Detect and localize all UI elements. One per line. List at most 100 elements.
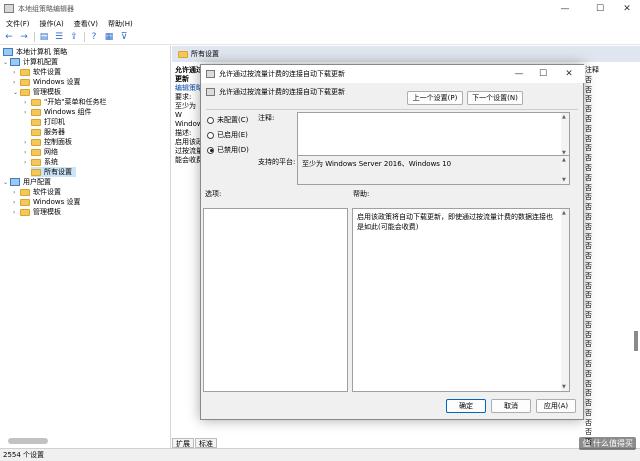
comment-cell: 否	[585, 359, 592, 368]
comment-cell: 否	[585, 389, 592, 398]
status-bar: 2554 个设置	[0, 448, 640, 461]
tree-server[interactable]: 服务器	[31, 127, 65, 137]
expand-icon[interactable]: ›	[24, 149, 31, 156]
comment-cell: 否	[585, 163, 592, 172]
tree-all-settings[interactable]: 所有设置	[31, 167, 76, 177]
forward-icon[interactable]: →	[18, 31, 30, 43]
tree-network[interactable]: › 网络	[24, 147, 58, 157]
tree-user-software-settings[interactable]: › 软件设置	[13, 187, 61, 197]
details-icon[interactable]: ☰	[53, 31, 65, 43]
watermark: 值 什么值得买	[579, 437, 636, 450]
radio-button-selected[interactable]	[207, 146, 214, 154]
tab-extended[interactable]: 扩展	[172, 438, 194, 448]
help-scrollbar[interactable]: ▲ ▼	[561, 209, 569, 391]
help-label: 帮助:	[353, 190, 370, 198]
comment-cell: 否	[585, 183, 592, 192]
comment-cell: 否	[585, 350, 592, 359]
expand-icon[interactable]: ›	[24, 139, 31, 146]
tree-start-menu[interactable]: › "开始"菜单和任务栏	[24, 97, 106, 107]
tree-windows-settings[interactable]: › Windows 设置	[13, 77, 80, 87]
radio-button[interactable]	[207, 116, 214, 124]
prev-setting-button[interactable]: 上一个设置(P)	[407, 91, 463, 105]
divider	[206, 109, 578, 110]
expand-icon[interactable]: ›	[24, 99, 31, 106]
tree-software-settings[interactable]: › 软件设置	[13, 67, 61, 77]
comment-textarea[interactable]: ▲ ▼	[297, 112, 570, 158]
navigation-tree: 本地计算机 策略 ⌄ 计算机配置 › 软件设置 › Windows 设置 ⌄ 管理模板 …	[0, 46, 171, 448]
comment-cell: 否	[585, 242, 592, 251]
comment-cell: 否	[585, 340, 592, 349]
menu-action[interactable]: 操作(A)	[40, 19, 64, 29]
comment-cell: 否	[585, 261, 592, 270]
comment-cell: 否	[585, 301, 592, 310]
expand-icon[interactable]: ›	[13, 209, 20, 216]
platform-scrollbar[interactable]: ▲ ▼	[561, 156, 569, 184]
next-setting-button[interactable]: 下一个设置(N)	[467, 91, 523, 105]
radio-button[interactable]	[207, 131, 214, 139]
dialog-maximize-icon[interactable]: ☐	[529, 65, 557, 83]
properties-icon[interactable]: ▦	[103, 31, 115, 43]
tab-standard[interactable]: 标准	[195, 438, 217, 448]
export-list-icon[interactable]: ⇪	[68, 31, 80, 43]
policy-name: 允许通过按流量计费的连接自动下载更新	[219, 88, 345, 96]
help-panel: 启用该政策将自动下载更新，即使通过按流量计费的数据连接也是如此(可能会收费) ▲…	[352, 208, 570, 392]
close-icon[interactable]: ✕	[612, 0, 640, 17]
expand-icon[interactable]: ›	[13, 69, 20, 76]
filter-icon[interactable]: ⊽	[118, 31, 130, 43]
menu-bar: 文件(F) 操作(A) 查看(V) 帮助(H)	[0, 17, 640, 30]
tree-system[interactable]: › 系统	[24, 157, 58, 167]
comment-values: 否否否否否否否否否否否否否否否否否否否否否否否否否否否否否否否否否否否否否否	[585, 75, 640, 446]
window-title: 本地组策略编辑器	[18, 4, 74, 13]
expand-icon[interactable]: ›	[13, 199, 20, 206]
tree-user-config[interactable]: ⌄ 用户配置	[3, 177, 51, 187]
tree-windows-components[interactable]: › Windows 组件	[24, 107, 91, 117]
show-hide-tree-icon[interactable]: ▤	[38, 31, 50, 43]
comment-scrollbar[interactable]: ▲ ▼	[561, 113, 569, 157]
comment-cell: 否	[585, 144, 592, 153]
collapse-icon[interactable]: ⌄	[3, 179, 10, 186]
tree-admin-templates[interactable]: ⌄ 管理模板	[13, 87, 61, 97]
tree-control-panel[interactable]: › 控制面板	[24, 137, 72, 147]
column-header-comment[interactable]: 注释	[585, 65, 640, 75]
tree-user-windows-settings[interactable]: › Windows 设置	[13, 197, 80, 207]
settings-scrollbar-thumb[interactable]	[634, 331, 638, 351]
comment-cell: 否	[585, 281, 592, 290]
help-icon[interactable]: ?	[88, 31, 100, 43]
options-panel	[203, 208, 348, 392]
view-tabs: 扩展 标准	[172, 438, 218, 448]
tree-root[interactable]: 本地计算机 策略	[3, 47, 67, 57]
maximize-icon[interactable]: ☐	[585, 0, 615, 17]
comment-cell: 否	[585, 173, 592, 182]
ok-button[interactable]: 确定	[446, 399, 486, 413]
minimize-icon[interactable]: —	[550, 0, 580, 17]
user-icon	[10, 178, 20, 186]
collapse-icon[interactable]: ⌄	[3, 59, 10, 66]
tree-horizontal-scrollbar[interactable]	[8, 438, 48, 444]
radio-not-configured[interactable]: 未配置(C)	[207, 115, 248, 125]
expand-icon[interactable]: ›	[24, 159, 31, 166]
apply-button[interactable]: 应用(A)	[536, 399, 576, 413]
tree-printers[interactable]: 打印机	[31, 117, 65, 127]
toolbar: ← → ▤ ☰ ⇪ ? ▦ ⊽	[0, 30, 640, 45]
back-icon[interactable]: ←	[3, 31, 15, 43]
folder-icon	[20, 208, 30, 216]
radio-enabled[interactable]: 已启用(E)	[207, 130, 248, 140]
folder-icon	[31, 108, 41, 116]
comment-column: 注释 否否否否否否否否否否否否否否否否否否否否否否否否否否否否否否否否否否否否否…	[585, 65, 640, 446]
collapse-icon[interactable]: ⌄	[13, 89, 20, 96]
expand-icon[interactable]: ›	[13, 189, 20, 196]
menu-file[interactable]: 文件(F)	[6, 19, 30, 29]
platform-value: 至少为 Windows Server 2016、Windows 10	[302, 160, 452, 168]
menu-help[interactable]: 帮助(H)	[108, 19, 133, 29]
radio-disabled[interactable]: 已禁用(D)	[207, 145, 249, 155]
expand-icon[interactable]: ›	[13, 79, 20, 86]
dialog-close-icon[interactable]: ✕	[555, 65, 583, 83]
tree-computer-config[interactable]: ⌄ 计算机配置	[3, 57, 58, 67]
computer-policy-icon	[3, 48, 13, 56]
cancel-button[interactable]: 取消	[491, 399, 531, 413]
expand-icon[interactable]: ›	[24, 109, 31, 116]
tree-user-admin-templates[interactable]: › 管理模板	[13, 207, 61, 217]
computer-icon	[10, 58, 20, 66]
toolbar-separator	[84, 32, 85, 42]
menu-view[interactable]: 查看(V)	[74, 19, 98, 29]
